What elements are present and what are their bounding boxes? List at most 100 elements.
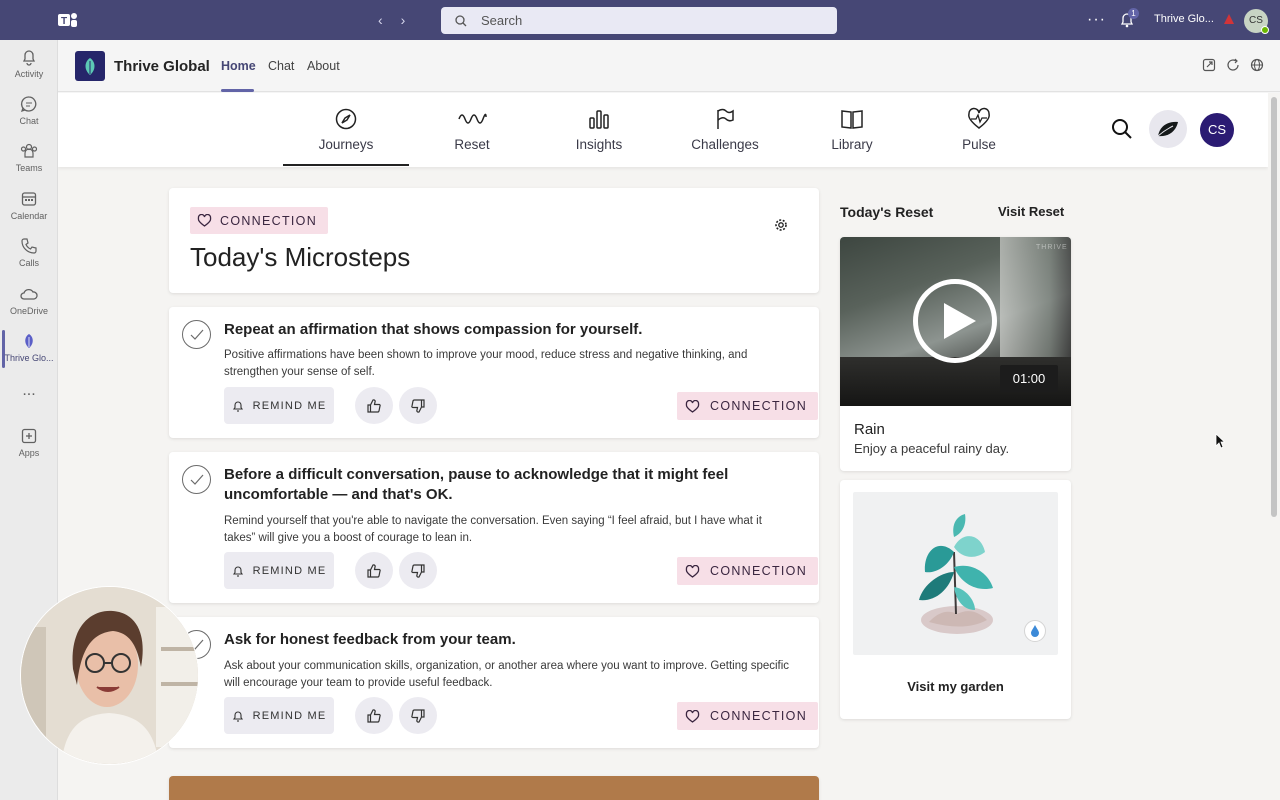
rail-item-onedrive[interactable]: OneDrive <box>0 285 58 316</box>
remind-label: REMIND ME <box>252 564 327 577</box>
complete-checkbox[interactable] <box>182 320 211 349</box>
thumbs-down-icon <box>411 708 425 723</box>
thrive-leaf-logo-icon <box>85 58 95 75</box>
webcam-overlay <box>20 586 199 765</box>
visit-reset-link[interactable]: Visit Reset <box>998 204 1064 219</box>
complete-checkbox[interactable] <box>182 465 211 494</box>
reset-video-card[interactable]: THRIVE 01:00 Rain Enjoy a peaceful rainy… <box>840 237 1071 471</box>
rail-item-calls[interactable]: Calls <box>0 237 58 268</box>
svg-text:T: T <box>61 16 67 27</box>
rail-label: OneDrive <box>9 306 48 316</box>
thumbs-down-button[interactable] <box>399 697 437 734</box>
garden-card[interactable]: Visit my garden <box>840 480 1071 719</box>
video-subtitle: Enjoy a peaceful rainy day. <box>854 441 1010 456</box>
teams-title-bar: T ‹ › Search ··· 1 Thrive Glo... CS <box>0 0 1280 40</box>
remind-label: REMIND ME <box>252 399 327 412</box>
thumbs-up-button[interactable] <box>355 552 393 589</box>
tab-chat[interactable]: Chat <box>268 59 294 73</box>
thrive-logo <box>75 51 105 81</box>
bell-icon <box>232 401 243 412</box>
bell-icon <box>232 711 243 722</box>
thumbs-up-icon <box>367 398 381 413</box>
water-drop-icon <box>1031 625 1039 637</box>
play-button[interactable] <box>913 279 997 363</box>
user-name[interactable]: Thrive Glo... <box>1154 13 1214 25</box>
chip-label: CONNECTION <box>220 213 318 228</box>
microstep-description: Positive affirmations have been shown to… <box>224 349 748 378</box>
remind-me-button[interactable]: REMIND ME <box>224 552 334 589</box>
app-header: Thrive Global Home Chat About <box>58 40 1280 92</box>
thumbs-down-button[interactable] <box>399 387 437 424</box>
thumbs-up-icon <box>367 563 381 578</box>
search-icon <box>455 14 467 26</box>
tab-about[interactable]: About <box>307 59 340 73</box>
microstep-title: Repeat an affirmation that shows compass… <box>224 321 643 338</box>
connection-tag: CONNECTION <box>677 557 819 585</box>
search-input[interactable]: Search <box>441 7 837 34</box>
teams-icon <box>20 143 38 158</box>
rail-label: Thrive Glo... <box>4 353 54 363</box>
remind-me-button[interactable]: REMIND ME <box>224 387 334 424</box>
scrollbar-thumb[interactable] <box>1271 97 1277 517</box>
water-button[interactable] <box>1024 620 1046 642</box>
connection-tag: CONNECTION <box>677 702 819 730</box>
thrive-leaf-icon <box>25 334 33 348</box>
microstep-card: Before a difficult conversation, pause t… <box>169 452 819 603</box>
video-title: Rain <box>854 421 885 438</box>
content-area: CONNECTION Today's Microsteps Repeat an … <box>58 93 1268 800</box>
active-tab-indicator <box>221 89 254 92</box>
microsteps-header-card: CONNECTION Today's Microsteps <box>169 188 819 293</box>
forward-arrow-icon[interactable]: › <box>401 12 406 28</box>
refresh-icon[interactable] <box>1226 58 1240 72</box>
featured-image-card[interactable] <box>169 776 819 800</box>
rail-label: Calls <box>18 258 39 268</box>
rail-item-teams[interactable]: Teams <box>0 142 58 173</box>
heart-icon <box>197 214 212 227</box>
mouse-cursor-icon <box>1215 433 1225 449</box>
rail-label: Chat <box>19 116 39 126</box>
rail-label: Teams <box>15 163 43 173</box>
heart-icon <box>685 399 700 413</box>
cloud-icon <box>20 288 38 300</box>
remind-me-button[interactable]: REMIND ME <box>224 697 334 734</box>
rail-item-chat[interactable]: Chat <box>0 95 58 126</box>
thumbs-up-button[interactable] <box>355 697 393 734</box>
microstep-card: Repeat an affirmation that shows compass… <box>169 307 819 438</box>
microstep-card: Ask for honest feedback from your team. … <box>169 617 819 748</box>
presenter-video <box>21 587 198 764</box>
microstep-description: Remind yourself that you're able to navi… <box>224 515 762 544</box>
rail-label: Calendar <box>10 211 48 221</box>
heart-icon <box>685 709 700 723</box>
rail-item-apps[interactable]: Apps <box>0 427 58 458</box>
thumbs-up-button[interactable] <box>355 387 393 424</box>
connection-tag: CONNECTION <box>677 392 819 420</box>
tab-home[interactable]: Home <box>221 59 256 73</box>
heart-icon <box>685 564 700 578</box>
globe-icon[interactable] <box>1250 58 1264 72</box>
teams-logo-icon[interactable]: T <box>58 11 78 29</box>
tag-label: CONNECTION <box>710 709 808 723</box>
visit-garden-link[interactable]: Visit my garden <box>840 679 1071 694</box>
video-thumbnail[interactable]: THRIVE 01:00 <box>840 237 1071 406</box>
popout-icon[interactable] <box>1202 58 1216 72</box>
connection-chip: CONNECTION <box>190 207 329 234</box>
avatar-initials: CS <box>1249 15 1263 26</box>
notification-badge: 1 <box>1128 8 1139 19</box>
tag-label: CONNECTION <box>710 564 808 578</box>
rail-item-activity[interactable]: Activity <box>0 48 58 79</box>
rail-item-calendar[interactable]: Calendar <box>0 190 58 221</box>
rail-more-icon[interactable]: ... <box>0 382 58 400</box>
play-icon <box>944 303 976 339</box>
microstep-title: Ask for honest feedback from your team. <box>224 631 516 648</box>
thumbs-down-button[interactable] <box>399 552 437 589</box>
bell-icon <box>22 50 36 66</box>
user-avatar[interactable]: CS <box>1244 9 1269 34</box>
back-arrow-icon[interactable]: ‹ <box>378 12 383 28</box>
more-options-icon[interactable]: ··· <box>1087 11 1106 29</box>
presence-available-icon <box>1261 26 1269 34</box>
rail-label: Activity <box>14 69 44 79</box>
phone-icon <box>21 238 37 254</box>
page-scrollbar[interactable] <box>1268 93 1280 800</box>
rail-item-thrive[interactable]: Thrive Glo... <box>0 332 58 363</box>
gear-icon[interactable] <box>774 218 788 232</box>
